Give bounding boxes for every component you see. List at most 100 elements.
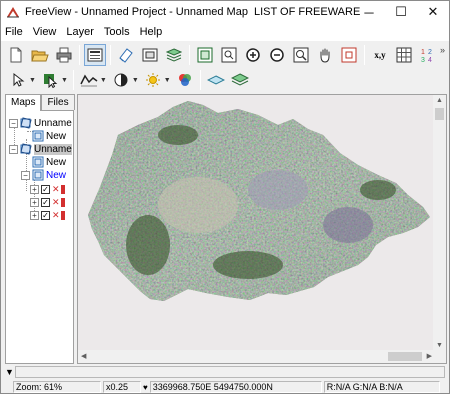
menu-tools[interactable]: Tools (100, 26, 136, 38)
layer-icon (32, 169, 44, 181)
tree-node-label: New (46, 169, 67, 181)
map-canvas[interactable] (78, 95, 434, 351)
menu-file[interactable]: File (1, 26, 29, 38)
layer-color-icon (60, 197, 65, 207)
toolbar-separator (79, 45, 80, 65)
tree-node-map-selected[interactable]: − Unname (9, 143, 72, 155)
svg-text:4: 4 (428, 57, 432, 63)
tab-files[interactable]: Files (41, 94, 75, 110)
title-bar: FreeView - Unnamed Project - Unnamed Map… (1, 1, 449, 23)
select-arrow-icon (13, 72, 25, 87)
collapse-icon[interactable]: − (9, 144, 18, 154)
chevron-down-icon[interactable]: ▼ (100, 77, 107, 84)
zoom-in-button[interactable] (242, 44, 264, 66)
chevron-down-icon[interactable]: ▼ (132, 77, 139, 84)
rgb-status: R:N/A G:N/A B:N/A (323, 381, 440, 393)
numbering-button[interactable]: 1234 (417, 44, 439, 66)
zoom-fit-button[interactable] (290, 44, 312, 66)
chevron-down-icon[interactable]: ▼ (61, 77, 68, 84)
layer-stack-button[interactable] (229, 69, 251, 91)
layers-button[interactable] (163, 44, 185, 66)
scroll-left-icon[interactable]: ◀ (81, 352, 86, 360)
select-button[interactable] (7, 69, 29, 91)
tree-node-layer[interactable]: New (32, 156, 66, 168)
scroll-down-icon[interactable]: ▼ (436, 342, 443, 349)
remove-icon[interactable]: ✕ (52, 184, 60, 195)
svg-text:3: 3 (421, 57, 425, 63)
measure-icon (80, 74, 98, 87)
zoom-out-button[interactable] (266, 44, 288, 66)
collapse-icon[interactable]: − (21, 170, 30, 180)
collapse-icon[interactable]: − (9, 118, 18, 128)
new-file-button[interactable] (5, 44, 27, 66)
secondary-toolbar: ▼ ▼ ▼ ▼ ▼ (1, 67, 449, 93)
layer-icon (32, 130, 44, 142)
app-window: FreeView - Unnamed Project - Unnamed Map… (0, 0, 450, 394)
zoom-window-button[interactable] (218, 44, 240, 66)
overview-button[interactable] (338, 44, 360, 66)
tree-node-sublayer[interactable]: + ✓ ✕ (30, 196, 65, 208)
expand-icon[interactable]: + (30, 210, 39, 220)
vertical-scrollbar[interactable]: ▲ ▼ (433, 95, 446, 351)
zoom-out-icon (270, 48, 284, 62)
menu-view[interactable]: View (29, 26, 63, 38)
main-toolbar: x,y 1234 » (1, 42, 449, 68)
frame-button[interactable] (139, 44, 161, 66)
tab-maps[interactable]: Maps (5, 94, 42, 111)
menu-layer[interactable]: Layer (62, 26, 100, 38)
remove-icon[interactable]: ✕ (52, 197, 60, 208)
layer-flat-button[interactable] (205, 69, 227, 91)
eraser-button[interactable] (115, 44, 137, 66)
expand-icon[interactable]: + (30, 197, 39, 207)
overview-strip (15, 366, 445, 378)
scroll-thumb[interactable] (388, 352, 422, 361)
chevron-down-icon[interactable]: ▼ (164, 77, 171, 84)
print-button[interactable] (53, 44, 75, 66)
status-bar: Zoom: 61% x0.25 ♥ 3369968.750E 5494750.0… (1, 380, 449, 394)
menu-help[interactable]: Help (136, 26, 169, 38)
brightness-button[interactable] (142, 69, 164, 91)
map-view[interactable]: ▲ ▼ ◀ ▶ (77, 94, 447, 364)
eraser-icon (119, 48, 133, 63)
toolbar-separator (364, 45, 365, 65)
scroll-up-icon[interactable]: ▲ (436, 97, 443, 104)
expand-icon[interactable]: + (30, 184, 39, 194)
tree-node-sublayer[interactable]: + ✓ ✕ (30, 183, 65, 195)
pan-button[interactable] (314, 44, 336, 66)
map-view-icon (87, 48, 103, 62)
horizontal-scrollbar[interactable]: ◀ ▶ (78, 350, 434, 363)
select-layer-icon (43, 74, 58, 88)
map-view-button[interactable] (84, 44, 106, 66)
zoom-extent-button[interactable] (194, 44, 216, 66)
select-layer-button[interactable] (39, 69, 61, 91)
measure-button[interactable] (78, 69, 100, 91)
open-button[interactable] (29, 44, 51, 66)
satellite-map-image (88, 101, 430, 301)
tree-node-map[interactable]: − Unname (9, 117, 72, 129)
layer-color-icon (60, 184, 65, 194)
close-button[interactable]: ✕ (417, 1, 449, 23)
visibility-checkbox[interactable]: ✓ (41, 184, 50, 194)
visibility-checkbox[interactable]: ✓ (41, 197, 50, 207)
scroll-right-icon[interactable]: ▶ (427, 352, 432, 360)
tree-node-layer-group[interactable]: − New (21, 169, 66, 181)
chevron-down-icon[interactable]: ▼ (29, 77, 36, 84)
tree-node-layer[interactable]: New (32, 130, 66, 142)
scroll-thumb[interactable] (435, 108, 444, 120)
layer-stack-icon (230, 73, 249, 86)
expand-panel-icon[interactable]: ▼ (5, 367, 14, 377)
visibility-checkbox[interactable]: ✓ (41, 210, 50, 220)
tree-node-sublayer[interactable]: + ✓ ✕ (30, 209, 65, 221)
remove-icon[interactable]: ✕ (52, 210, 60, 221)
coordinates-button[interactable]: x,y (369, 44, 391, 66)
minimize-button[interactable]: ─ (353, 1, 385, 23)
pan-hand-icon (320, 48, 330, 63)
maximize-button[interactable]: ☐ (385, 1, 417, 23)
contrast-button[interactable] (110, 69, 132, 91)
scroll-corner (433, 350, 446, 363)
toolbar-separator (189, 45, 190, 65)
rgb-button[interactable] (174, 69, 196, 91)
grid-button[interactable] (393, 44, 415, 66)
toolbar-overflow-button[interactable]: » (440, 45, 445, 55)
zoom-window-icon (221, 47, 237, 63)
